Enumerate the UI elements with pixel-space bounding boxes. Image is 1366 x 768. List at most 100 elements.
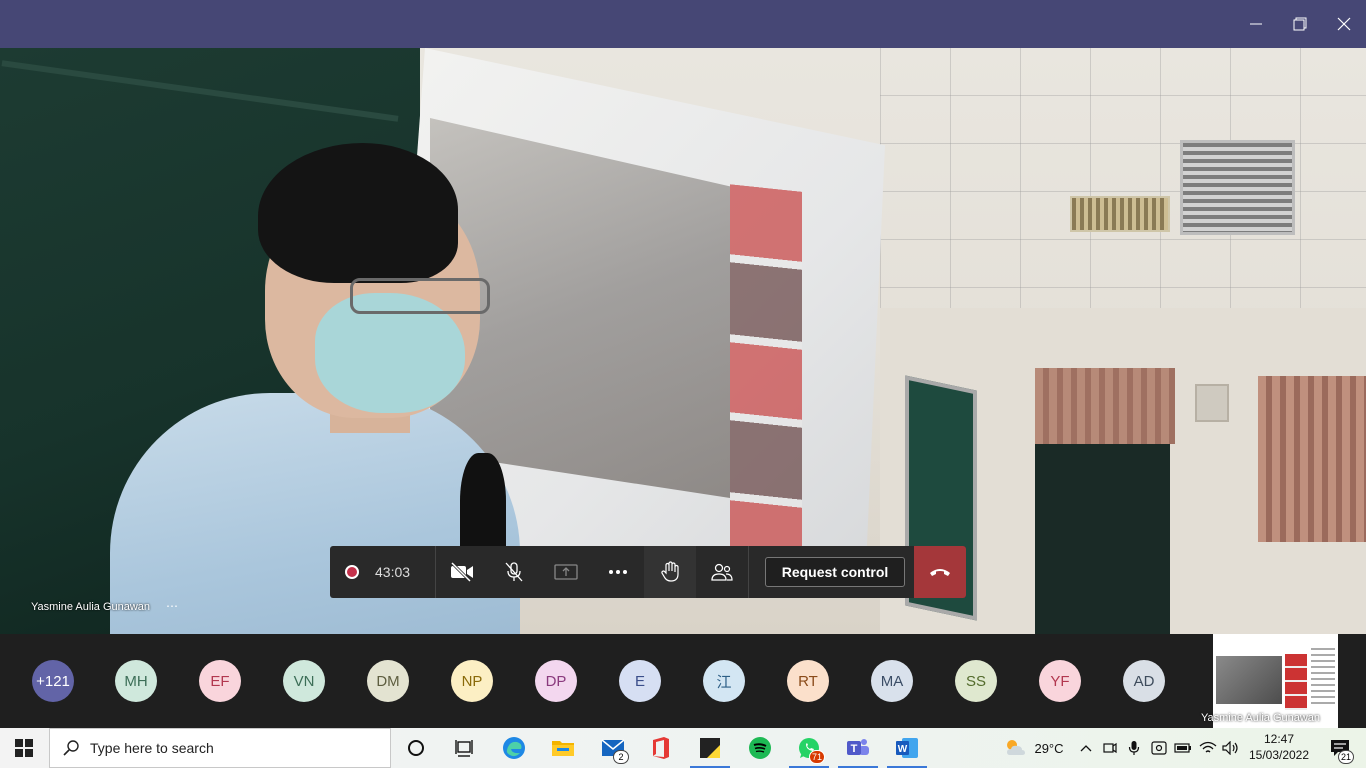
show-hidden-icons-button[interactable] xyxy=(1076,728,1096,768)
taskbar-word[interactable]: W xyxy=(883,728,931,768)
security-icon xyxy=(1151,741,1167,755)
weather-temperature[interactable]: 29°C xyxy=(1032,728,1066,768)
system-clock[interactable]: 12:47 15/03/2022 xyxy=(1245,731,1313,763)
notifications-badge: 21 xyxy=(1337,750,1354,764)
svg-text:W: W xyxy=(898,744,908,755)
presenter-name: Yasmine Aulia Gunawan xyxy=(31,601,151,613)
cortana-button[interactable] xyxy=(392,728,440,768)
clock-date: 15/03/2022 xyxy=(1248,748,1310,762)
microphone-tray-button[interactable] xyxy=(1124,728,1144,768)
taskbar-spotify[interactable] xyxy=(736,728,784,768)
taskbar-whatsapp[interactable]: 71 xyxy=(785,728,833,768)
participant-avatar[interactable]: YF xyxy=(1039,660,1081,702)
weather-widget[interactable] xyxy=(1000,728,1030,768)
participants-overflow[interactable]: +121 xyxy=(32,660,74,702)
divider xyxy=(748,546,749,598)
phone-hangup-icon xyxy=(930,569,950,576)
camera-tray-button[interactable] xyxy=(1100,728,1120,768)
participant-avatar[interactable]: SS xyxy=(955,660,997,702)
volume-tray-button[interactable] xyxy=(1220,728,1242,768)
participant-avatar[interactable]: MA xyxy=(871,660,913,702)
close-icon xyxy=(1337,17,1351,31)
participant-avatar[interactable]: E xyxy=(619,660,661,702)
participant-avatar[interactable]: 江 xyxy=(703,660,745,702)
participant-avatar[interactable]: NP xyxy=(451,660,493,702)
people-icon xyxy=(711,563,733,581)
minimize-button[interactable] xyxy=(1234,0,1278,48)
more-actions-button[interactable] xyxy=(592,546,644,598)
taskbar-edge[interactable] xyxy=(490,728,538,768)
search-icon xyxy=(63,740,79,756)
speaker-icon xyxy=(1222,741,1238,755)
svg-text:T: T xyxy=(851,743,858,755)
camera-off-icon xyxy=(450,562,473,582)
camera-toggle-button[interactable] xyxy=(436,546,488,598)
mic-off-icon xyxy=(505,562,523,582)
search-box[interactable]: Type here to search xyxy=(49,728,391,768)
request-control-button[interactable]: Request control xyxy=(765,557,905,587)
hand-icon xyxy=(661,561,679,582)
chevron-up-icon xyxy=(1080,745,1092,752)
edge-icon xyxy=(503,737,525,759)
title-bar xyxy=(0,0,1366,48)
clock-time: 12:47 xyxy=(1263,732,1295,746)
task-view-icon xyxy=(455,740,473,757)
office-icon xyxy=(653,737,669,759)
teams-icon: T xyxy=(847,739,869,755)
share-button[interactable] xyxy=(540,546,592,598)
participant-avatar[interactable]: DP xyxy=(535,660,577,702)
taskbar-file-explorer[interactable] xyxy=(539,728,587,768)
recording-icon xyxy=(345,565,359,579)
battery-icon xyxy=(1174,743,1191,753)
video-curtain xyxy=(1035,368,1175,444)
search-placeholder: Type here to search xyxy=(90,740,214,756)
video-door xyxy=(1035,444,1170,634)
participant-strip: +121 MH EF VN DM NP DP E 江 RT MA SS YF AD xyxy=(0,634,1366,728)
cortana-circle-icon xyxy=(408,740,424,756)
raise-hand-button[interactable] xyxy=(644,546,696,598)
notifications-button[interactable]: 21 xyxy=(1320,728,1360,768)
microphone-icon xyxy=(1128,741,1140,755)
share-screen-icon xyxy=(554,564,578,580)
word-icon: W xyxy=(896,738,918,758)
participant-avatar[interactable]: MH xyxy=(115,660,157,702)
task-view-button[interactable] xyxy=(440,728,488,768)
taskbar-office[interactable] xyxy=(637,728,685,768)
close-button[interactable] xyxy=(1322,0,1366,48)
start-button[interactable] xyxy=(0,728,48,768)
mic-toggle-button[interactable] xyxy=(488,546,540,598)
video-curtain-right xyxy=(1258,376,1366,542)
restore-icon xyxy=(1293,17,1307,31)
network-tray-button[interactable] xyxy=(1197,728,1219,768)
participant-avatar[interactable]: VN xyxy=(283,660,325,702)
participant-avatar[interactable]: EF xyxy=(199,660,241,702)
taskbar-sticky-notes[interactable] xyxy=(686,728,734,768)
video-vent-small xyxy=(1070,196,1170,232)
call-control-bar: 43:03 Request control xyxy=(330,546,966,598)
webcam-icon xyxy=(1103,742,1117,754)
participant-avatar[interactable]: AD xyxy=(1123,660,1165,702)
windows-icon xyxy=(15,739,33,757)
video-speaker xyxy=(1195,384,1229,422)
hang-up-button[interactable] xyxy=(914,546,966,598)
security-tray-button[interactable] xyxy=(1148,728,1170,768)
folder-icon xyxy=(552,741,574,756)
mail-badge: 2 xyxy=(613,750,629,764)
taskbar: Type here to search 2 71 T W 29°C 12:47 … xyxy=(0,728,1366,768)
restore-button[interactable] xyxy=(1278,0,1322,48)
video-vent xyxy=(1180,140,1295,235)
presenter-glasses xyxy=(350,278,490,314)
presenter-more-button[interactable]: ⋯ xyxy=(166,599,179,613)
battery-tray-button[interactable] xyxy=(1172,728,1194,768)
recording-timer: 43:03 xyxy=(375,564,411,580)
spotify-icon xyxy=(749,737,771,759)
sticky-notes-icon xyxy=(700,738,720,758)
participant-avatar[interactable]: RT xyxy=(787,660,829,702)
whatsapp-badge: 71 xyxy=(808,750,825,764)
weather-cloud-sun-icon xyxy=(1007,740,1025,755)
taskbar-mail[interactable]: 2 xyxy=(589,728,637,768)
participants-button[interactable] xyxy=(696,546,748,598)
participant-avatar[interactable]: DM xyxy=(367,660,409,702)
taskbar-teams[interactable]: T xyxy=(834,728,882,768)
self-preview-thumbnails xyxy=(1285,654,1307,710)
